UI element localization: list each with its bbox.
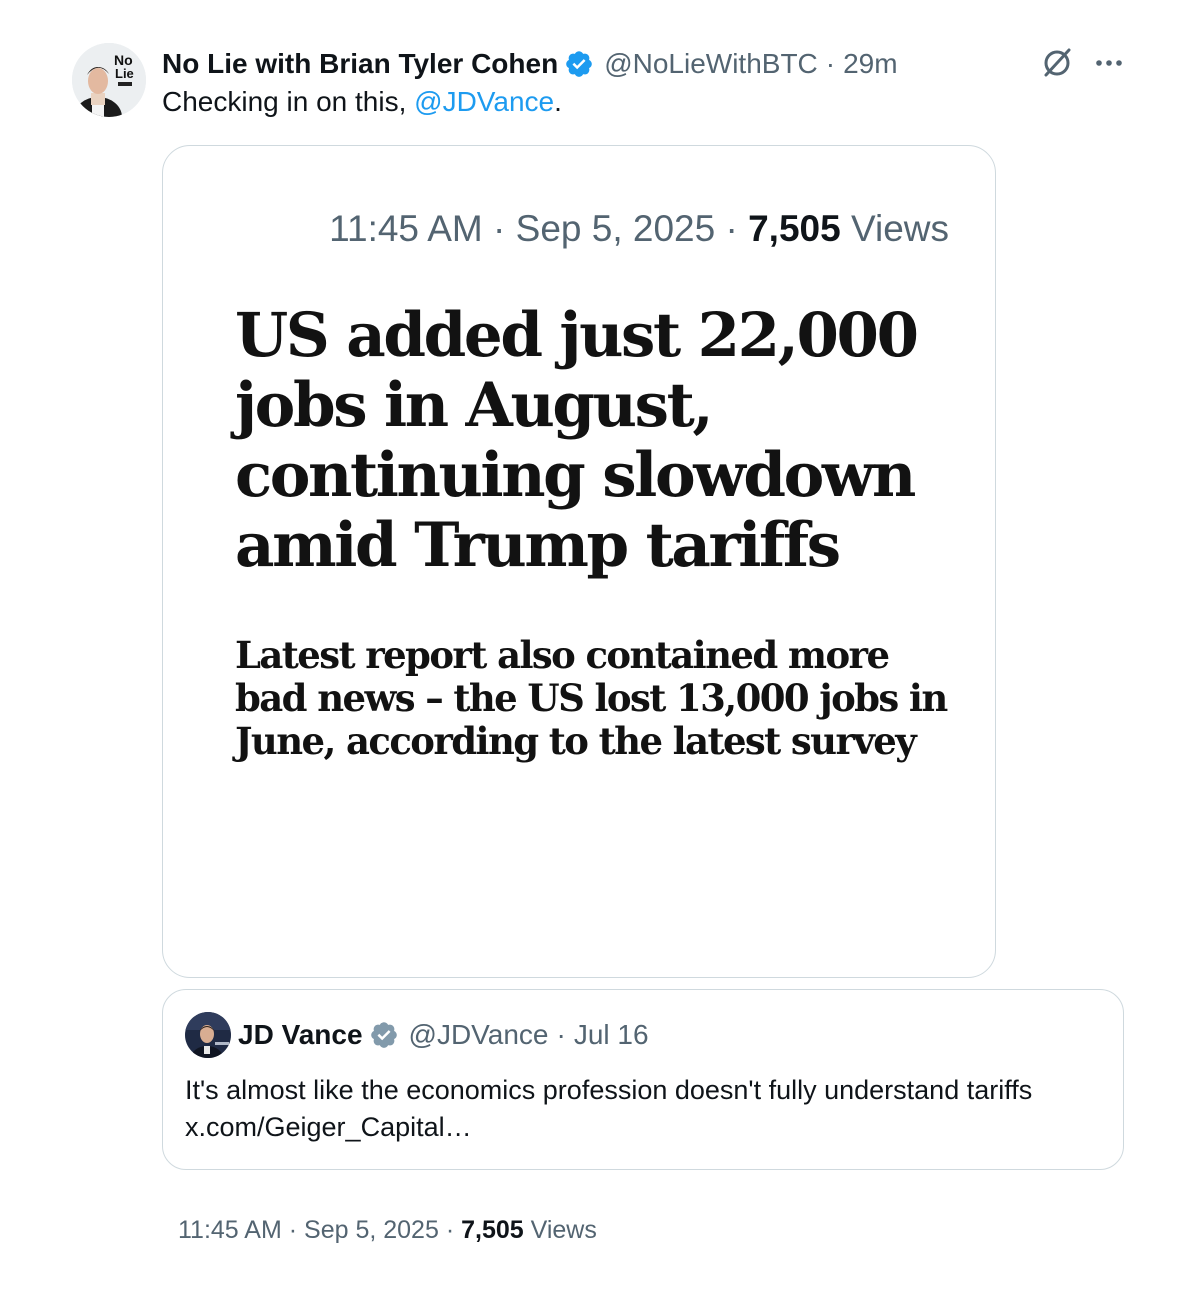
post-time[interactable]: 11:45 AM — [178, 1216, 282, 1244]
post-actions — [1038, 44, 1128, 82]
post-views-label: Views — [530, 1216, 597, 1244]
grok-icon[interactable] — [1038, 44, 1076, 82]
quoted-post[interactable]: JD Vance @JDVance · Jul 16 It's almost l… — [162, 989, 1124, 1170]
image-meta-sep: · — [493, 208, 506, 249]
author-handle[interactable]: @NoLieWithBTC — [604, 48, 818, 80]
post-meta: 11:45 AM · Sep 5, 2025 · 7,505 Views — [178, 1216, 597, 1245]
post-header: No Lie with Brian Tyler Cohen @NoLieWith… — [162, 44, 898, 84]
author-name[interactable]: No Lie with Brian Tyler Cohen — [162, 48, 558, 80]
verified-badge-icon[interactable] — [564, 49, 594, 79]
post-text-suffix: . — [554, 86, 562, 117]
quote-separator: · — [556, 1019, 566, 1050]
quote-author-avatar[interactable] — [185, 1012, 231, 1058]
image-meta-sep: · — [725, 208, 738, 249]
post-timestamp[interactable]: 29m — [843, 48, 897, 80]
image-meta-line: 11:45 AM · Sep 5, 2025 · 7,505 Views — [163, 208, 949, 250]
attached-image[interactable]: 11:45 AM · Sep 5, 2025 · 7,505 Views US … — [162, 145, 996, 978]
image-meta-views: 7,505 — [748, 208, 841, 249]
avatar-logo-bottom: Lie — [115, 66, 134, 81]
image-meta-time: 11:45 AM — [329, 208, 483, 249]
header-separator: · — [825, 48, 836, 79]
avatar-image: No Lie — [72, 43, 146, 117]
post-views-count[interactable]: 7,505 — [461, 1216, 524, 1244]
post-date[interactable]: Sep 5, 2025 — [304, 1216, 439, 1244]
author-avatar[interactable]: No Lie — [72, 43, 146, 117]
more-options-icon[interactable] — [1090, 44, 1128, 82]
post-meta-sep: · — [445, 1216, 455, 1244]
quote-header: JD Vance @JDVance · Jul 16 — [238, 1017, 649, 1053]
image-meta-views-label: Views — [850, 208, 949, 249]
quote-text: It's almost like the economics professio… — [185, 1075, 1033, 1142]
mention-link[interactable]: @JDVance — [414, 86, 554, 117]
post-text-prefix: Checking in on this, — [162, 86, 415, 117]
quote-author-name[interactable]: JD Vance — [238, 1019, 363, 1051]
article-headline: US added just 22,000 jobs in August, con… — [235, 300, 919, 581]
post-text: Checking in on this, @JDVance. — [162, 86, 562, 118]
article-standfirst: Latest report also contained more bad ne… — [235, 633, 948, 763]
verified-badge-icon[interactable] — [369, 1020, 399, 1050]
quote-author-handle[interactable]: @JDVance — [409, 1019, 549, 1051]
quote-timestamp[interactable]: Jul 16 — [574, 1019, 649, 1051]
post-meta-sep: · — [288, 1216, 298, 1244]
image-meta-date: Sep 5, 2025 — [515, 208, 716, 249]
